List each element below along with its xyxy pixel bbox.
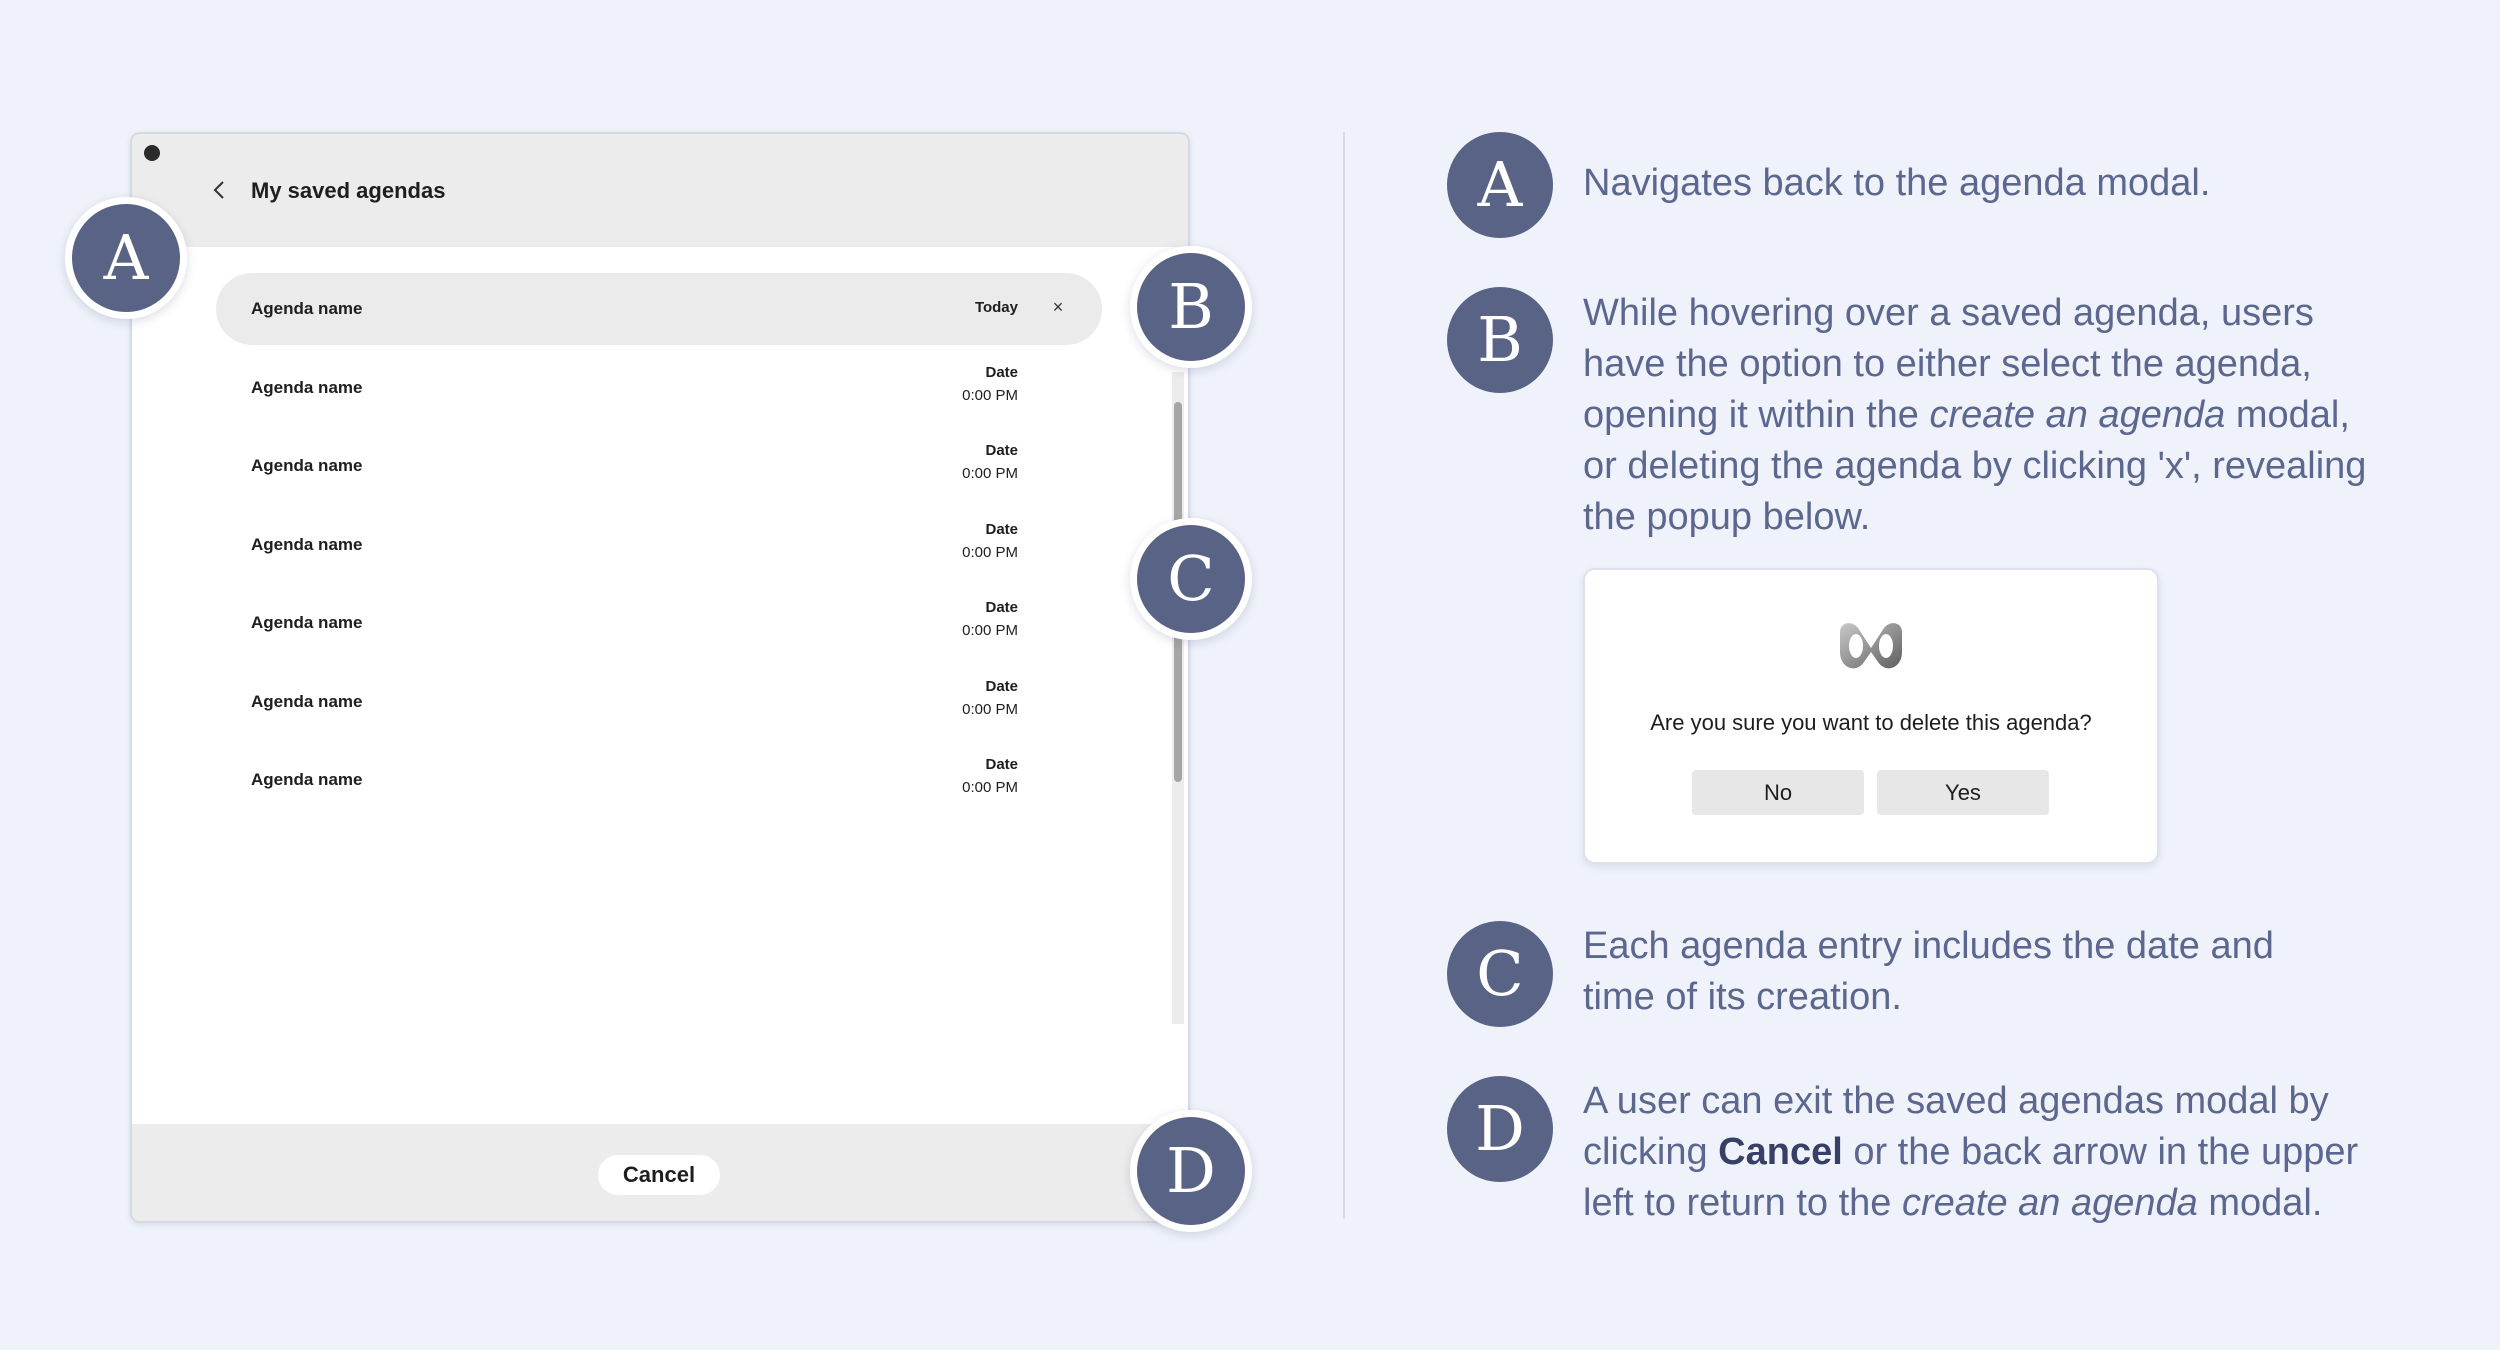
- agenda-time: 0:00 PM: [962, 465, 1018, 482]
- modal-title: My saved agendas: [251, 178, 446, 203]
- agenda-time: 0:00 PM: [962, 779, 1018, 796]
- agenda-row[interactable]: Agenda name Date 0:00 PM: [216, 509, 1102, 581]
- saved-agendas-modal: My saved agendas Agenda name Today × Age…: [130, 132, 1190, 1223]
- description-d-bold: Cancel: [1718, 1131, 1843, 1173]
- agenda-row[interactable]: Agenda name Date 0:00 PM: [216, 744, 1102, 816]
- scrollbar[interactable]: [1172, 372, 1184, 1024]
- callout-a: A: [65, 197, 187, 319]
- agenda-date: Date: [985, 678, 1018, 695]
- agenda-time: 0:00 PM: [962, 701, 1018, 718]
- legend-badge-c: C: [1447, 921, 1553, 1027]
- close-icon[interactable]: ×: [1049, 297, 1067, 318]
- agenda-name: Agenda name: [251, 613, 363, 632]
- description-c: Each agenda entry includes the date and …: [1583, 925, 2274, 1018]
- agenda-date: Date: [985, 364, 1018, 381]
- modal-header: My saved agendas: [132, 134, 1188, 247]
- no-button[interactable]: No: [1692, 770, 1864, 815]
- modal-footer: Cancel: [132, 1124, 1188, 1221]
- agenda-row[interactable]: Agenda name Date 0:00 PM: [216, 430, 1102, 502]
- agenda-row[interactable]: Agenda name Date 0:00 PM: [216, 587, 1102, 659]
- yes-button[interactable]: Yes: [1877, 770, 2049, 815]
- description-b: While hovering over a saved agenda, user…: [1583, 288, 2383, 543]
- description-d-text-end: modal.: [2197, 1182, 2323, 1224]
- description-d: A user can exit the saved agendas modal …: [1583, 1076, 2403, 1229]
- cancel-button[interactable]: Cancel: [598, 1155, 720, 1195]
- camera-dot: [144, 145, 160, 161]
- agenda-date-today: Today: [974, 299, 1018, 316]
- agenda-row[interactable]: Agenda name Date 0:00 PM: [216, 666, 1102, 738]
- agenda-name: Agenda name: [251, 535, 363, 554]
- agenda-time: 0:00 PM: [962, 387, 1018, 404]
- agenda-row[interactable]: Agenda name Date 0:00 PM: [216, 352, 1102, 424]
- agenda-time: 0:00 PM: [962, 544, 1018, 561]
- legend-badge-a: A: [1447, 132, 1553, 238]
- callout-b: B: [1130, 246, 1252, 368]
- callout-c: C: [1130, 518, 1252, 640]
- agenda-date: Date: [985, 599, 1018, 616]
- popup-question: Are you sure you want to delete this age…: [1650, 710, 2092, 735]
- divider: [1343, 132, 1345, 1219]
- agenda-name: Agenda name: [251, 770, 363, 789]
- webex-logo-icon: [1840, 623, 1902, 669]
- description-a: Navigates back to the agenda modal.: [1583, 162, 2211, 204]
- agenda-name: Agenda name: [251, 692, 363, 711]
- agenda-row-hovered[interactable]: Agenda name Today ×: [216, 273, 1102, 345]
- agenda-time: 0:00 PM: [962, 622, 1018, 639]
- description-b-emphasis: create an agenda: [1929, 394, 2226, 436]
- agenda-name: Agenda name: [251, 378, 363, 397]
- agenda-date: Date: [985, 442, 1018, 459]
- description-d-emphasis: create an agenda: [1901, 1182, 2198, 1224]
- agenda-name: Agenda name: [251, 456, 363, 475]
- agenda-name: Agenda name: [251, 299, 363, 318]
- legend-badge-b: B: [1447, 287, 1553, 393]
- agenda-date: Date: [985, 756, 1018, 773]
- agenda-date: Date: [985, 521, 1018, 538]
- chevron-left-icon[interactable]: [209, 179, 231, 201]
- callout-d: D: [1130, 1110, 1252, 1232]
- delete-confirmation-popup: Are you sure you want to delete this age…: [1583, 568, 2159, 864]
- legend-badge-d: D: [1447, 1076, 1553, 1182]
